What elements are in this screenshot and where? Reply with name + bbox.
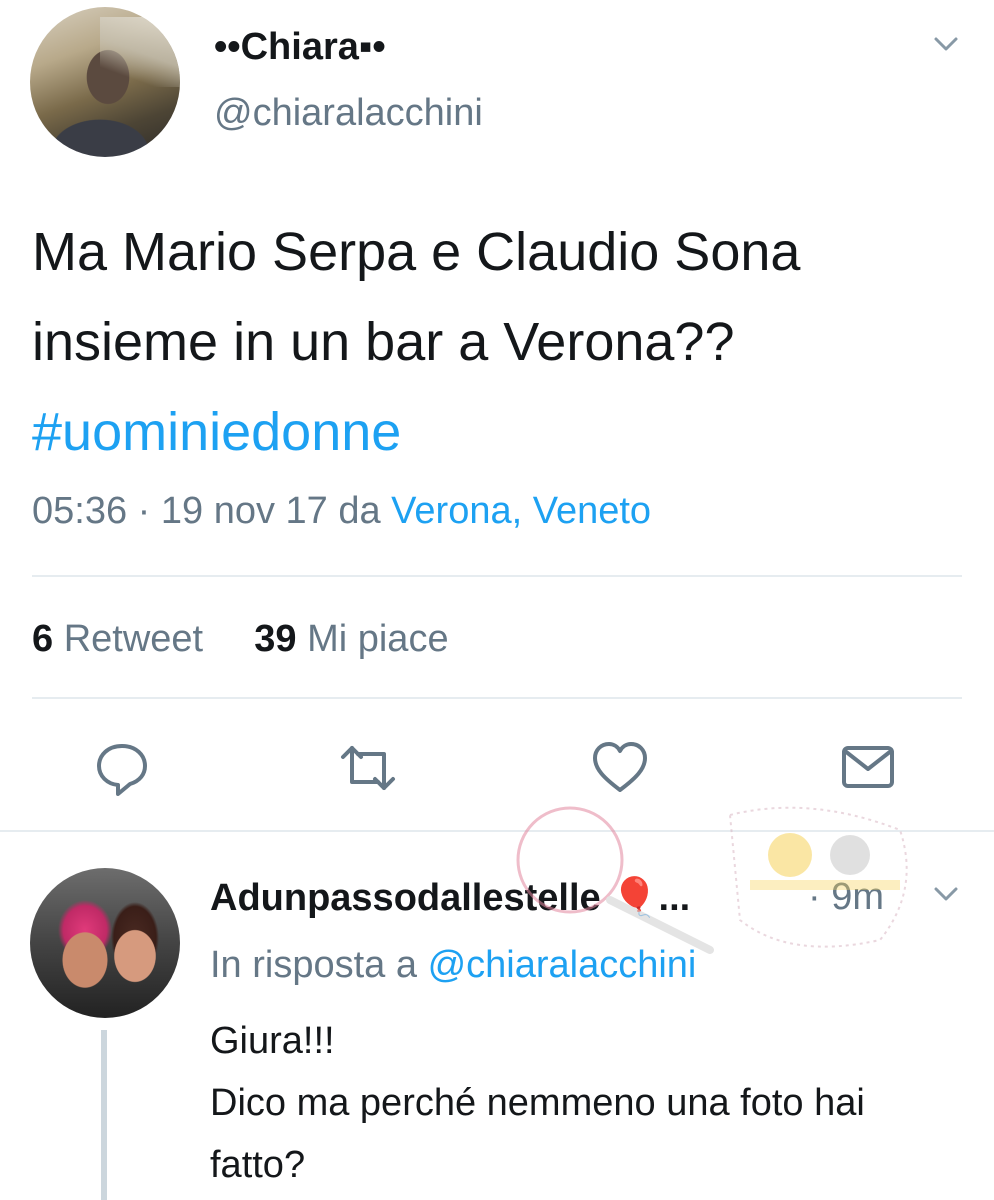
heart-icon[interactable] <box>590 738 650 798</box>
reply-prefix: In risposta a <box>210 944 417 986</box>
divider <box>0 830 994 832</box>
reply-line-1: Giura!!! <box>210 1020 335 1062</box>
hashtag-link[interactable]: #uominiedonne <box>32 402 401 462</box>
retweet-icon[interactable] <box>338 738 398 798</box>
reply-mention-link[interactable]: @chiaralacchini <box>428 944 697 986</box>
reply-line-2: Dico ma perché nemmeno una foto hai fatt… <box>210 1082 865 1186</box>
chevron-down-icon[interactable] <box>932 30 960 58</box>
tweet-text: Ma Mario Serpa e Claudio Sona insieme in… <box>32 207 962 477</box>
action-bar <box>0 738 994 798</box>
tweet-body: Ma Mario Serpa e Claudio Sona insieme in… <box>32 222 801 372</box>
thread-line <box>101 1030 107 1200</box>
tweet-timestamp: 05:36 · 19 nov 17 da <box>32 490 381 532</box>
envelope-icon[interactable] <box>838 738 898 798</box>
reply-context: In risposta a @chiaralacchini <box>210 944 696 987</box>
retweet-count: 6 <box>32 618 54 660</box>
like-count: 39 <box>254 618 297 660</box>
retweet-stat[interactable]: 6 Retweet <box>32 618 203 660</box>
reply-text: Giura!!! Dico ma perché nemmeno una foto… <box>210 1010 970 1196</box>
chevron-down-icon[interactable] <box>932 880 960 908</box>
divider <box>32 575 962 577</box>
author-handle[interactable]: @chiaralacchini <box>214 92 483 135</box>
reply-author-name[interactable]: Adunpassodallestelle 🎈... <box>210 876 690 920</box>
like-stat[interactable]: 39 Mi piace <box>254 618 448 660</box>
retweet-label: Retweet <box>63 618 204 660</box>
reply-icon[interactable] <box>92 738 152 798</box>
author-name[interactable]: ••Chiara▪• <box>214 26 386 69</box>
tweet-meta: 05:36 · 19 nov 17 da Verona, Veneto <box>32 490 651 533</box>
location-link[interactable]: Verona, Veneto <box>391 490 651 532</box>
divider <box>32 697 962 699</box>
tweet-stats: 6 Retweet 39 Mi piace <box>32 618 449 661</box>
reply-time: · 9m <box>808 876 884 918</box>
reply-author-avatar[interactable] <box>30 868 180 1018</box>
author-avatar[interactable] <box>30 7 180 157</box>
like-label: Mi piace <box>307 618 449 660</box>
